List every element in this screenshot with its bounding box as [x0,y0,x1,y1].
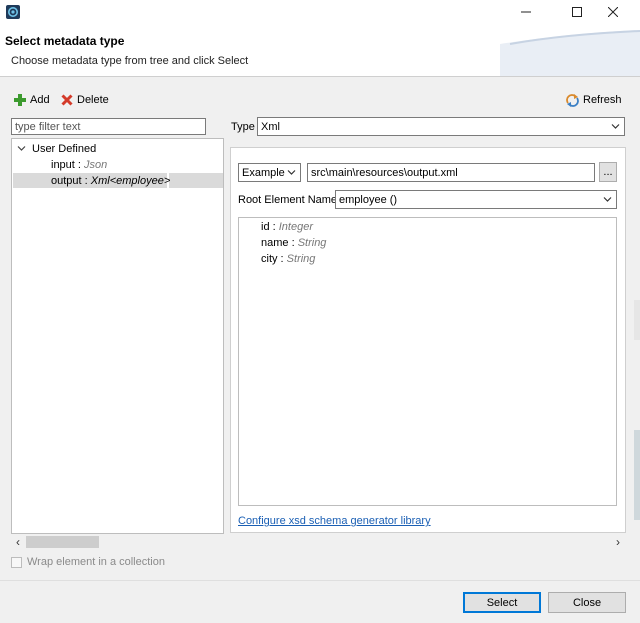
minimize-icon[interactable] [509,0,543,24]
tree-item-output[interactable]: output : Xml<employee> [51,173,170,188]
type-select[interactable]: Xml [257,117,625,136]
source-mode-select[interactable]: Example [238,163,301,182]
wrap-collection-checkbox[interactable] [11,556,22,568]
title-bar [0,0,640,24]
dialog-footer [0,580,640,623]
wrap-collection-option[interactable]: Wrap element in a collection [11,556,165,568]
filter-input[interactable] [11,118,206,135]
tree-item-name: output : [51,174,91,187]
chevron-down-icon[interactable] [17,144,26,153]
root-element-value: employee () [339,193,398,206]
schema-field-name: name : [261,237,298,249]
dialog-header: Select metadata type Choose metadata typ… [0,24,640,77]
dialog-title: Select metadata type [5,34,125,48]
example-path-value: src\main\resources\output.xml [311,166,458,179]
scroll-right-icon[interactable]: › [611,534,625,550]
root-element-label: Root Element Name [238,194,338,206]
scroll-left-icon[interactable]: ‹ [11,534,25,550]
plus-icon [14,94,26,106]
select-button[interactable]: Select [463,592,541,613]
tree-node-user-defined[interactable]: User Defined [17,141,96,156]
browse-button[interactable]: ... [599,162,617,182]
metadata-tree[interactable]: User Defined input : Json output : Xml<e… [11,138,224,534]
chevron-down-icon [611,118,620,135]
schema-field-name-row[interactable]: name : String [261,237,326,251]
tree-item-name: input : [51,158,85,171]
source-mode-value: Example [242,166,285,179]
delete-x-icon [61,94,73,106]
tree-node-label: User Defined [32,142,97,155]
schema-field-id[interactable]: id : Integer [261,221,313,235]
select-button-label: Select [486,596,518,609]
scrollbar-thumb[interactable] [26,536,99,548]
schema-field-name: id : [261,221,279,233]
refresh-icon [566,93,579,107]
chevron-down-icon [603,191,612,208]
window-edge [634,430,640,520]
maximize-icon[interactable] [560,0,594,24]
close-button[interactable]: Close [548,592,626,613]
refresh-button[interactable]: Refresh [566,92,622,108]
add-button[interactable]: Add [14,92,50,108]
delete-button-label: Delete [77,94,109,106]
wrap-collection-label: Wrap element in a collection [27,556,165,568]
type-label: Type [231,121,255,133]
schema-field-city[interactable]: city : String [261,253,315,267]
root-element-select[interactable]: employee () [335,190,617,209]
configure-xsd-link[interactable]: Configure xsd schema generator library [238,515,431,527]
schema-field-name: city : [261,253,287,265]
example-path-input[interactable]: src\main\resources\output.xml [307,163,595,182]
close-icon[interactable] [596,0,630,24]
tree-item-type: Json [84,158,108,171]
chevron-down-icon [287,164,296,181]
schema-field-type: String [286,253,316,265]
schema-field-type: Integer [278,221,313,233]
close-button-label: Close [572,596,602,609]
window-edge [634,300,640,340]
app-icon [6,5,20,19]
dialog-subtitle: Choose metadata type from tree and click… [11,55,249,67]
add-button-label: Add [30,94,50,106]
type-select-value: Xml [261,120,280,133]
schema-fields-list[interactable]: id : Integer name : String city : String [238,217,617,506]
refresh-button-label: Refresh [583,94,622,106]
tree-item-input[interactable]: input : Json [51,157,107,172]
horizontal-scrollbar[interactable]: ‹ › [11,534,625,550]
browse-button-label: ... [603,166,613,178]
schema-field-type: String [297,237,327,249]
header-banner-graphic [500,30,640,76]
tree-item-type: Xml<employee> [90,174,171,187]
delete-button[interactable]: Delete [61,92,109,108]
